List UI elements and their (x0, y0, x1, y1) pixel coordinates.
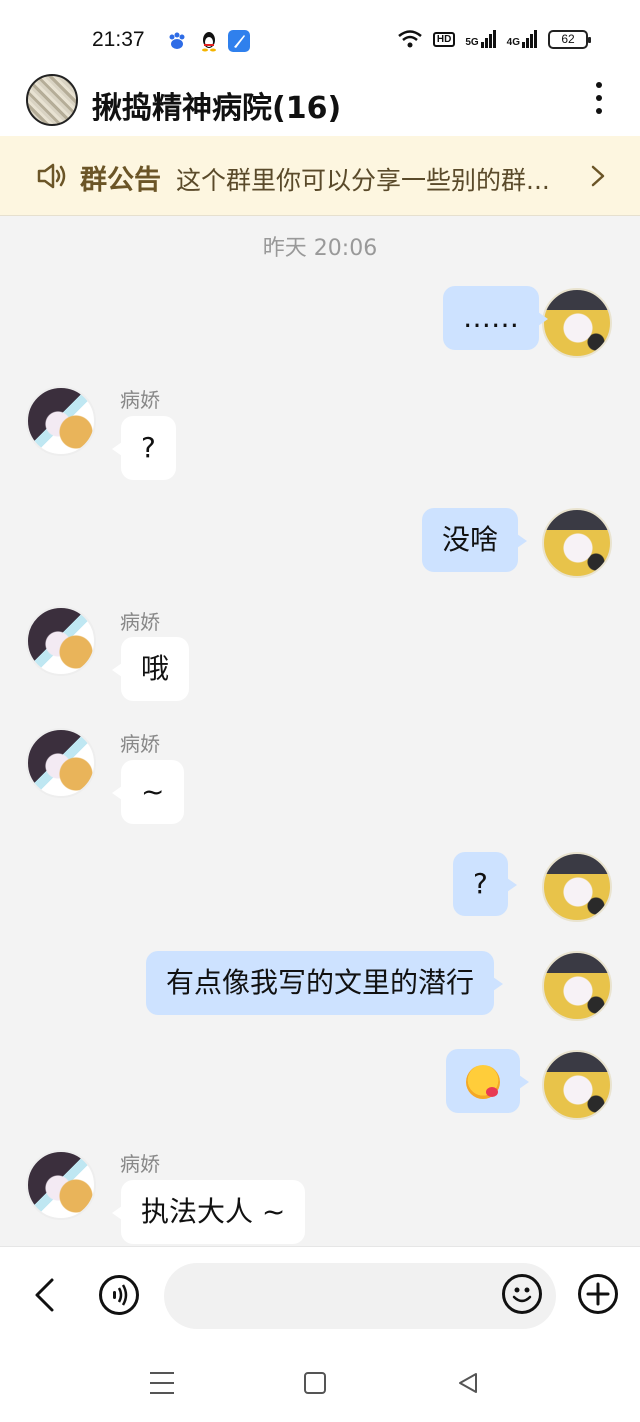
qq-penguin-icon (198, 30, 220, 52)
my-avatar[interactable] (542, 852, 612, 922)
signal-5g: 5G (465, 30, 496, 48)
message-bubble[interactable]: ~ (111, 760, 185, 824)
message-bubble[interactable]: 有点像我写的文里的潜行 (146, 951, 504, 1015)
blue-feather-icon (228, 30, 250, 52)
my-avatar[interactable] (542, 288, 612, 358)
chat-header: 揪捣精神病院(16) (0, 68, 640, 136)
sender-name: 病娇 (120, 732, 160, 756)
announcement-label: 群公告 (80, 165, 161, 196)
status-bar: 21:37 HD 5G 4G 62 (0, 0, 640, 68)
group-title[interactable]: 揪捣精神病院(16) (92, 83, 341, 127)
my-avatar[interactable] (542, 508, 612, 578)
message-bubble[interactable]: ? (453, 852, 517, 916)
hd-badge: HD (432, 31, 456, 47)
message-bubble[interactable]: 没啥 (422, 508, 528, 572)
recent-apps-icon[interactable] (150, 1372, 174, 1394)
my-avatar[interactable] (542, 951, 612, 1021)
message-bubble[interactable]: ? (112, 416, 176, 480)
emoji-picker-icon[interactable] (502, 1274, 542, 1314)
back-arrow-icon[interactable] (32, 1277, 58, 1313)
sender-name: 病娇 (120, 388, 160, 412)
my-avatar[interactable] (542, 1050, 612, 1120)
group-avatar[interactable] (26, 74, 78, 126)
message-bubble[interactable]: 执法大人 ~ (111, 1180, 306, 1244)
sender-avatar[interactable] (26, 728, 96, 798)
nav-back-icon[interactable] (456, 1371, 480, 1395)
message-bubble[interactable]: …… (443, 286, 548, 350)
yummy-face-emoji-icon (466, 1065, 500, 1099)
chevron-right-icon[interactable] (590, 164, 606, 188)
wifi-icon (398, 30, 422, 48)
chat-timestamp: 昨天 20:06 (262, 236, 378, 261)
status-time: 21:37 (92, 28, 145, 51)
message-input-bar (0, 1246, 640, 1344)
system-nav-bar (0, 1344, 640, 1422)
home-icon[interactable] (304, 1372, 326, 1394)
voice-input-icon[interactable] (99, 1275, 139, 1315)
sender-avatar[interactable] (26, 606, 96, 676)
add-attachment-icon[interactable] (578, 1274, 618, 1314)
message-bubble[interactable] (446, 1049, 529, 1113)
more-options-icon[interactable] (590, 82, 608, 122)
speaker-icon (37, 163, 66, 189)
baidu-paw-icon (166, 30, 188, 52)
signal-bars-icon (522, 30, 537, 48)
group-announcement-banner[interactable]: 群公告 这个群里你可以分享一些别的群... (0, 136, 640, 216)
announcement-text: 这个群里你可以分享一些别的群... (176, 166, 550, 195)
sender-avatar[interactable] (26, 386, 96, 456)
sender-avatar[interactable] (26, 1150, 96, 1220)
message-bubble[interactable]: 哦 (111, 637, 190, 701)
message-input[interactable] (164, 1263, 556, 1329)
sender-name: 病娇 (120, 610, 160, 634)
battery-indicator: 62 (548, 29, 591, 49)
signal-4g: 4G (507, 30, 538, 48)
signal-bars-icon (480, 30, 496, 48)
sender-name: 病娇 (120, 1152, 160, 1176)
